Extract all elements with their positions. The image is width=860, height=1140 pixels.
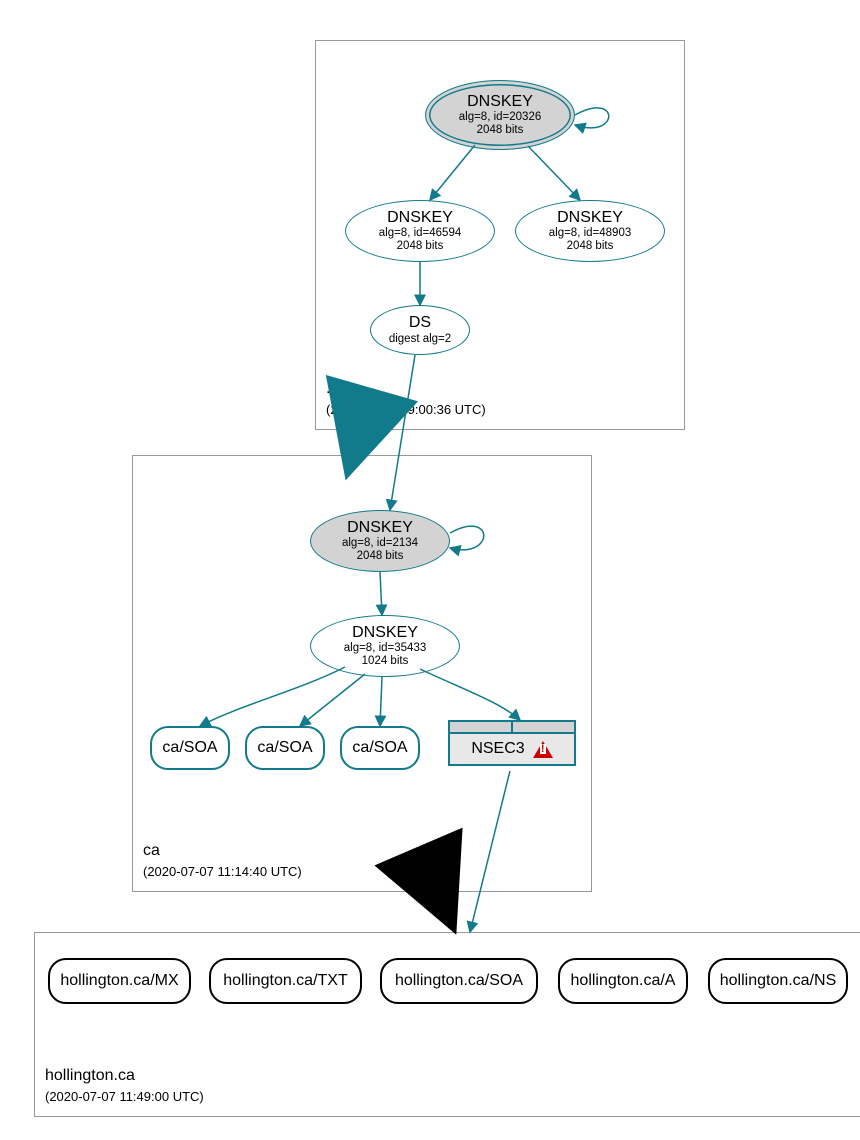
zone-hollington-time: (2020-07-07 11:49:00 UTC) <box>45 1088 204 1106</box>
dnskey-alg: alg=8, id=20326 <box>459 111 542 124</box>
soa-label: ca/SOA <box>352 739 407 757</box>
soa-label: ca/SOA <box>257 739 312 757</box>
node-h-a: hollington.ca/A <box>558 958 688 1004</box>
dnskey-title: DNSKEY <box>557 209 623 227</box>
node-ca-soa3: ca/SOA <box>340 726 420 770</box>
node-h-soa: hollington.ca/SOA <box>380 958 538 1004</box>
rr-label: hollington.ca/SOA <box>395 972 523 990</box>
dnskey-title: DNSKEY <box>347 519 413 537</box>
dnskey-alg: alg=8, id=48903 <box>549 227 632 240</box>
ds-alg: digest alg=2 <box>389 333 451 346</box>
node-root-zsk1: DNSKEY alg=8, id=46594 2048 bits <box>345 200 495 262</box>
node-ca-zsk: DNSKEY alg=8, id=35433 1024 bits <box>310 615 460 677</box>
dnskey-alg: alg=8, id=46594 <box>379 227 462 240</box>
node-ca-ksk: DNSKEY alg=8, id=2134 2048 bits <box>310 510 450 572</box>
dnskey-bits: 2048 bits <box>477 124 524 137</box>
zone-root-name: . <box>326 378 486 400</box>
node-h-txt: hollington.ca/TXT <box>209 958 362 1004</box>
zone-hollington-name: hollington.ca <box>45 1065 204 1087</box>
rr-label: hollington.ca/MX <box>60 972 178 990</box>
zone-root-time: (2020-07-07 09:00:36 UTC) <box>326 401 486 419</box>
node-nsec3: NSEC3 <box>448 720 576 766</box>
rr-label: hollington.ca/TXT <box>223 972 348 990</box>
node-ca-soa1: ca/SOA <box>150 726 230 770</box>
node-h-ns: hollington.ca/NS <box>708 958 848 1004</box>
node-root-zsk2: DNSKEY alg=8, id=48903 2048 bits <box>515 200 665 262</box>
dnskey-title: DNSKEY <box>352 624 418 642</box>
dnskey-bits: 2048 bits <box>357 550 404 563</box>
node-h-mx: hollington.ca/MX <box>48 958 191 1004</box>
node-root-ds: DS digest alg=2 <box>370 305 470 355</box>
dnskey-bits: 2048 bits <box>397 240 444 253</box>
zone-ca-name: ca <box>143 840 302 862</box>
node-ca-soa2: ca/SOA <box>245 726 325 770</box>
ds-title: DS <box>409 314 431 332</box>
soa-label: ca/SOA <box>162 739 217 757</box>
dnskey-bits: 1024 bits <box>362 655 409 668</box>
dnskey-bits: 2048 bits <box>567 240 614 253</box>
rr-label: hollington.ca/NS <box>720 972 837 990</box>
node-root-ksk: DNSKEY alg=8, id=20326 2048 bits <box>425 80 575 150</box>
zone-ca-time: (2020-07-07 11:14:40 UTC) <box>143 863 302 881</box>
rr-label: hollington.ca/A <box>571 972 676 990</box>
dnskey-title: DNSKEY <box>467 93 533 111</box>
warning-icon <box>533 741 553 758</box>
dnskey-alg: alg=8, id=35433 <box>344 642 427 655</box>
dnskey-title: DNSKEY <box>387 209 453 227</box>
dnskey-alg: alg=8, id=2134 <box>342 537 418 550</box>
nsec3-label: NSEC3 <box>471 740 524 758</box>
